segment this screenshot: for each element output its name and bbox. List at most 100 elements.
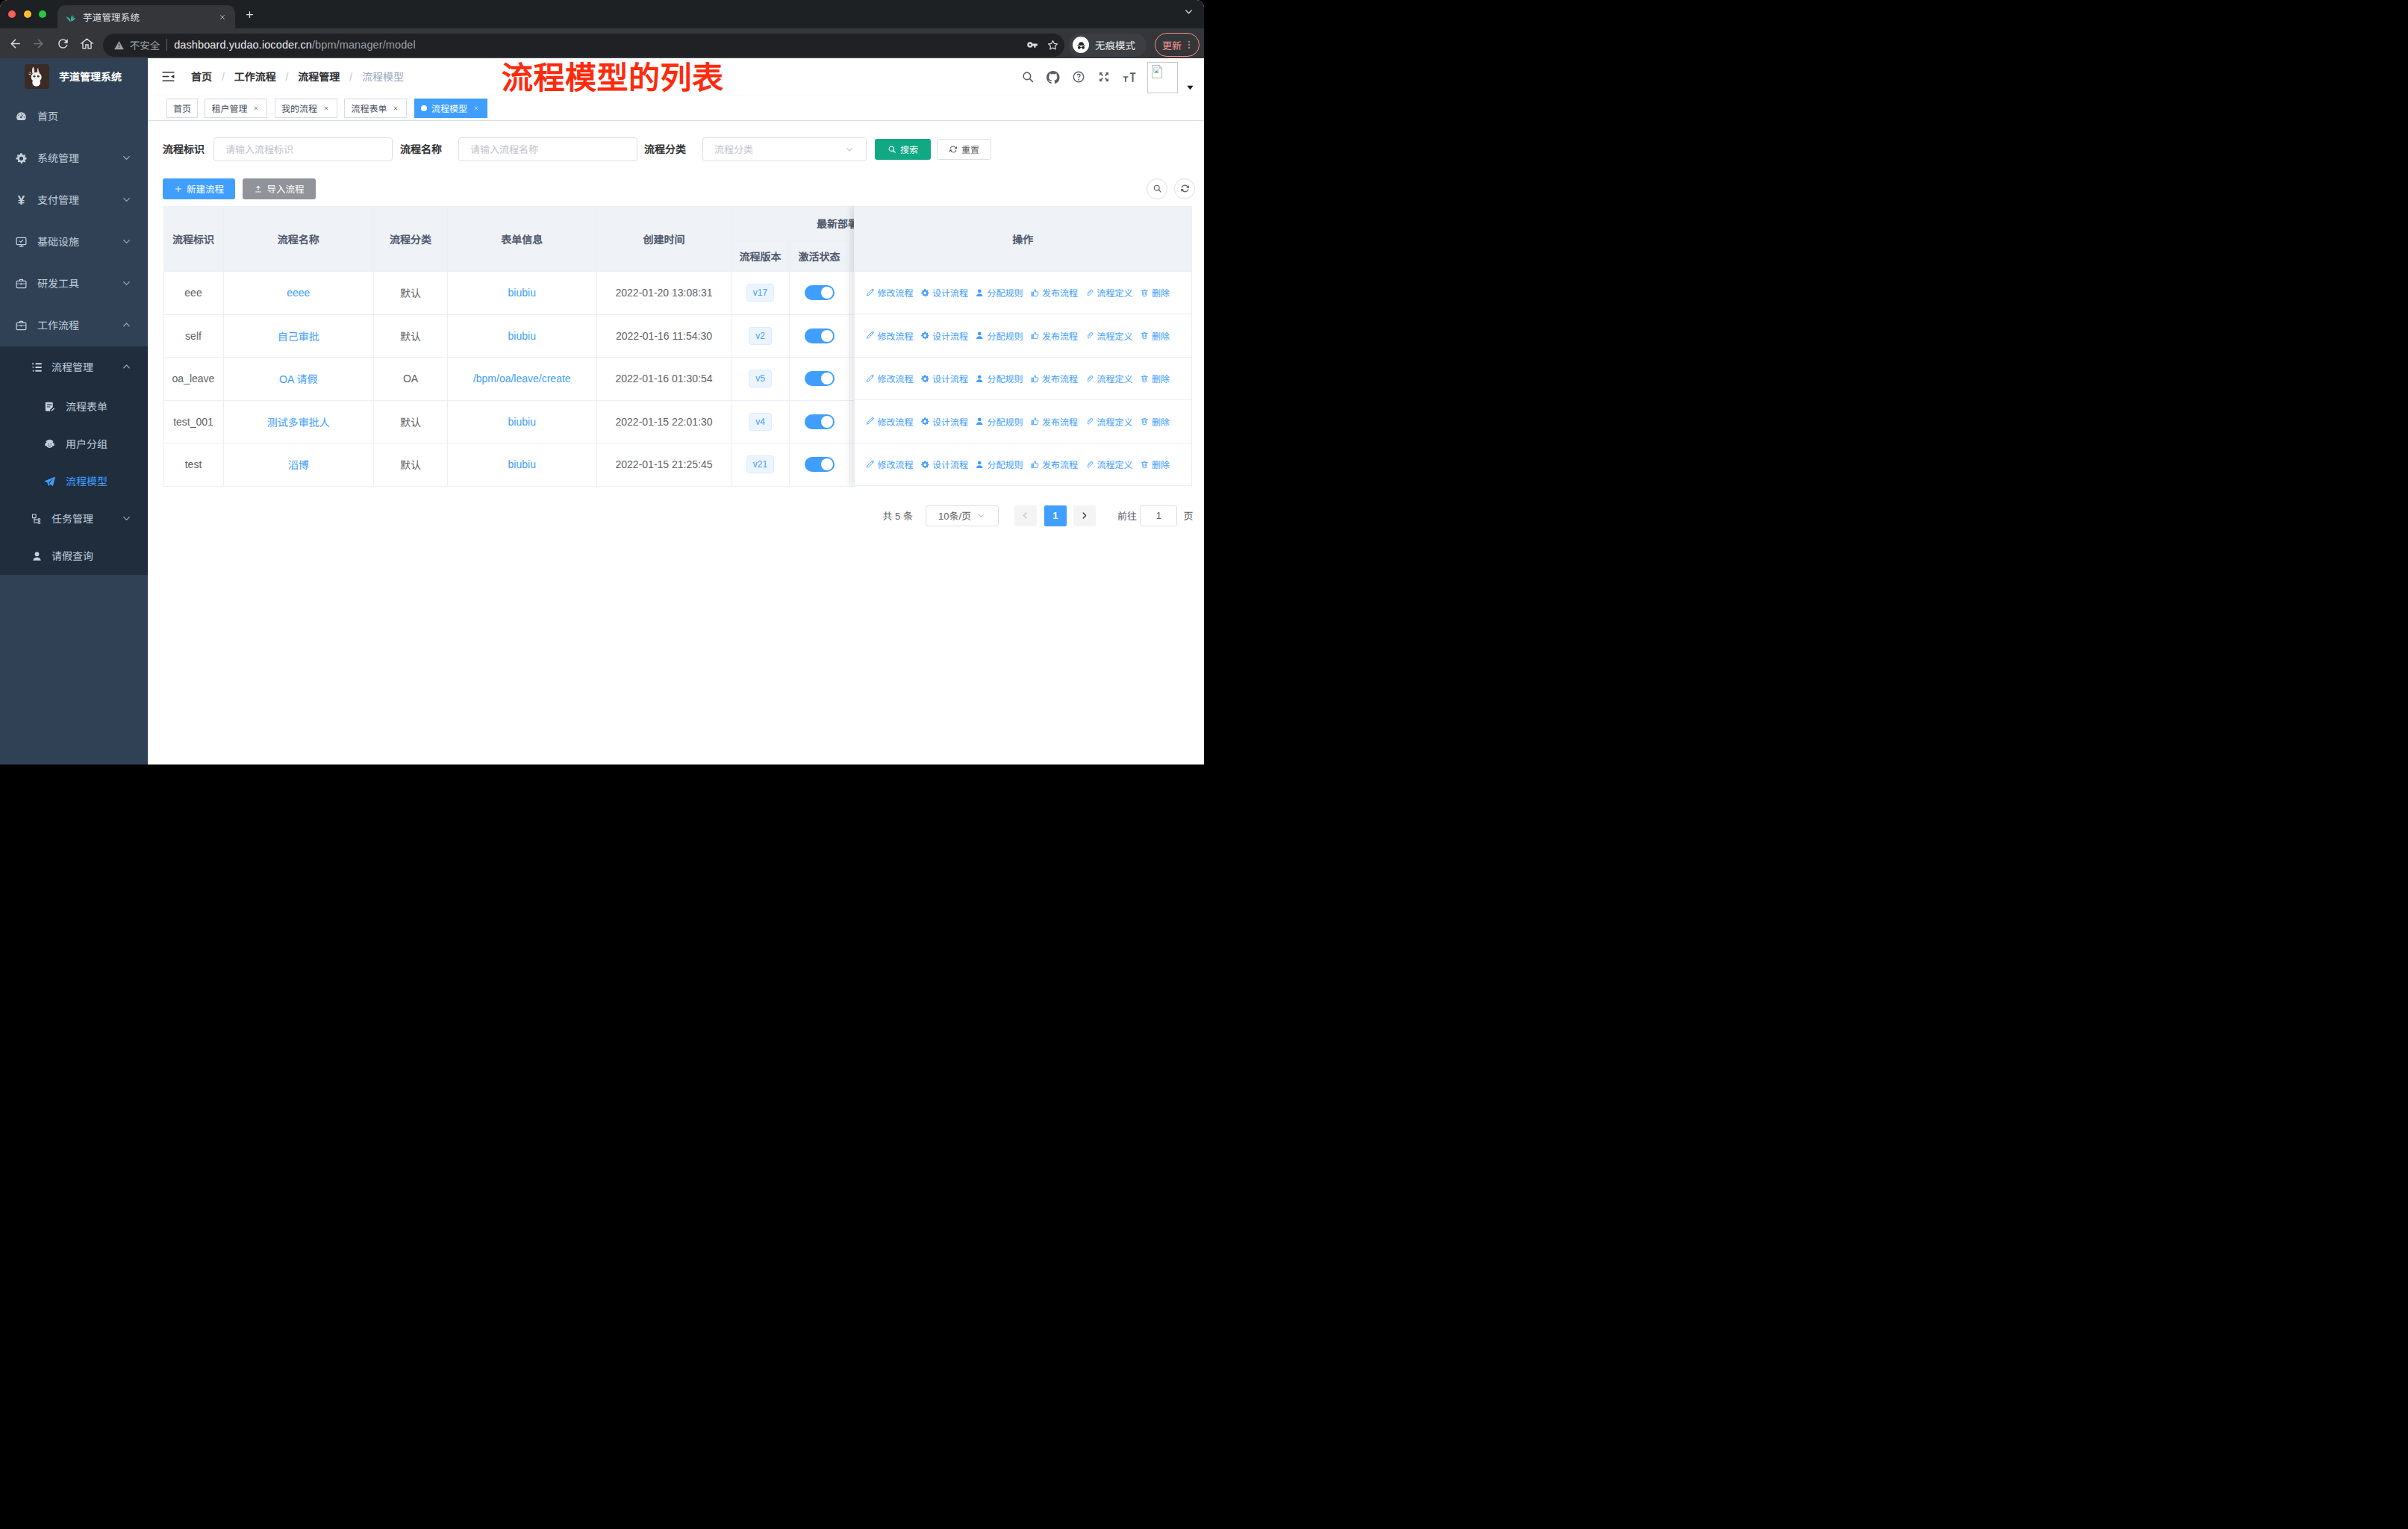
header-search-icon[interactable] [1021,70,1035,84]
filter-key-input[interactable]: 请输入流程标识 [213,137,393,161]
sidebar-item-home[interactable]: 首页 [0,96,148,137]
fullscreen-icon[interactable] [1097,70,1111,84]
cell-form-link[interactable]: /bpm/oa/leave/create [448,358,597,401]
tag-process-form[interactable]: 流程表单 [344,99,407,118]
filter-category-select[interactable]: 流程分类 [702,137,867,161]
cell-form-link[interactable]: biubiu [448,443,597,487]
tag-close-icon[interactable] [391,104,400,113]
active-toggle[interactable] [805,328,835,343]
action-edit-link[interactable]: 修改流程 [865,458,914,470]
github-icon[interactable] [1047,71,1060,84]
action-design-link[interactable]: 设计流程 [920,286,969,299]
action-delete-link[interactable]: 删除 [1140,286,1170,299]
action-delete-link[interactable]: 删除 [1140,415,1170,428]
back-icon[interactable] [8,37,22,51]
browser-tab[interactable]: 芋道管理系统 [57,5,235,28]
action-delete-link[interactable]: 删除 [1140,329,1170,342]
version-tag[interactable]: v5 [749,370,772,387]
tag-tenant-mgmt[interactable]: 租户管理 [205,99,267,118]
action-design-link[interactable]: 设计流程 [920,458,969,470]
action-definition-link[interactable]: 流程定义 [1085,372,1133,384]
font-size-icon[interactable] [1122,69,1137,84]
not-secure-warning-icon[interactable] [113,40,125,51]
tab-search-chevron-icon[interactable] [1184,7,1194,16]
prev-page-button[interactable] [1014,505,1037,526]
forward-icon[interactable] [31,37,46,51]
home-icon[interactable] [80,37,94,51]
action-delete-link[interactable]: 删除 [1140,458,1170,470]
reload-icon[interactable] [56,37,70,51]
active-toggle[interactable] [805,457,835,472]
sidebar-logo[interactable]: 芋道管理系统 [0,58,148,96]
active-toggle[interactable] [805,371,835,386]
new-tab-button[interactable] [244,9,255,20]
address-bar[interactable]: 不安全 dashboard.yudao.iocoder.cn/bpm/manag… [103,34,1064,57]
action-assign-link[interactable]: 分配规则 [975,372,1023,384]
action-assign-link[interactable]: 分配规则 [975,286,1023,299]
tag-close-icon[interactable] [322,104,331,113]
sidebar-item-leave-query[interactable]: 请假查询 [0,538,148,575]
reset-button[interactable]: 重置 [937,139,991,160]
sidebar-item-dev-tools[interactable]: 研发工具 [0,263,148,305]
sidebar-item-system[interactable]: 系统管理 [0,137,148,179]
action-design-link[interactable]: 设计流程 [920,415,969,428]
cell-name-link[interactable]: 自己审批 [223,314,374,358]
version-tag[interactable]: v4 [749,413,772,431]
action-delete-link[interactable]: 删除 [1140,372,1170,384]
macos-close-button[interactable] [8,10,16,18]
action-definition-link[interactable]: 流程定义 [1085,415,1133,428]
action-design-link[interactable]: 设计流程 [920,372,969,384]
action-edit-link[interactable]: 修改流程 [865,415,914,428]
action-design-link[interactable]: 设计流程 [920,329,969,342]
action-definition-link[interactable]: 流程定义 [1085,329,1133,342]
tag-home[interactable]: 首页 [166,99,198,118]
create-process-button[interactable]: 新建流程 [163,178,235,199]
bookmark-star-icon[interactable] [1047,39,1059,52]
toggle-search-button[interactable] [1147,178,1167,199]
filter-name-input[interactable]: 请输入流程名称 [458,137,637,161]
action-definition-link[interactable]: 流程定义 [1085,286,1133,299]
action-assign-link[interactable]: 分配规则 [975,458,1023,470]
action-edit-link[interactable]: 修改流程 [865,372,914,384]
action-publish-link[interactable]: 发布流程 [1030,458,1079,470]
cell-name-link[interactable]: 测试多审批人 [223,400,374,443]
cell-name-link[interactable]: OA 请假 [223,358,374,401]
password-key-icon[interactable] [1026,38,1039,52]
avatar-caret-down-icon[interactable] [1186,84,1194,90]
macos-minimize-button[interactable] [24,10,31,18]
tag-close-icon[interactable] [472,104,481,113]
breadcrumb-process-mgmt[interactable]: 流程管理 [298,71,340,83]
refresh-table-button[interactable] [1174,178,1195,199]
action-definition-link[interactable]: 流程定义 [1085,458,1133,470]
sidebar-item-process-form[interactable]: 流程表单 [0,388,148,426]
tag-process-model[interactable]: 流程模型 [414,99,487,118]
active-toggle[interactable] [805,414,835,429]
cell-name-link[interactable]: 滔博 [223,443,374,487]
sidebar-item-task-mgmt[interactable]: 任务管理 [0,500,148,538]
sidebar-item-workflow[interactable]: 工作流程 [0,305,148,346]
action-assign-link[interactable]: 分配规则 [975,329,1023,342]
help-icon[interactable] [1072,70,1085,84]
action-publish-link[interactable]: 发布流程 [1030,329,1079,342]
action-publish-link[interactable]: 发布流程 [1030,286,1079,299]
version-tag[interactable]: v17 [746,284,774,302]
next-page-button[interactable] [1073,505,1096,526]
tag-my-process[interactable]: 我的流程 [275,99,337,118]
action-publish-link[interactable]: 发布流程 [1030,372,1079,384]
sidebar-item-process-mgmt[interactable]: 流程管理 [0,346,148,388]
not-secure-label[interactable]: 不安全 [130,37,160,52]
macos-zoom-button[interactable] [39,10,46,18]
tag-close-icon[interactable] [252,104,261,113]
import-process-button[interactable]: 导入流程 [243,178,316,199]
sidebar-collapse-icon[interactable] [160,69,176,84]
cell-form-link[interactable]: biubiu [448,314,597,358]
active-toggle[interactable] [805,285,835,300]
cell-form-link[interactable]: biubiu [448,272,597,315]
url-text[interactable]: dashboard.yudao.iocoder.cn/bpm/manager/m… [174,39,416,51]
sidebar-item-infrastructure[interactable]: 基础设施 [0,221,148,263]
goto-page-input[interactable]: 1 [1140,505,1177,526]
current-page-button[interactable]: 1 [1044,505,1067,526]
tab-close-icon[interactable] [216,11,228,23]
sidebar-item-process-model[interactable]: 流程模型 [0,463,148,500]
action-publish-link[interactable]: 发布流程 [1030,415,1079,428]
